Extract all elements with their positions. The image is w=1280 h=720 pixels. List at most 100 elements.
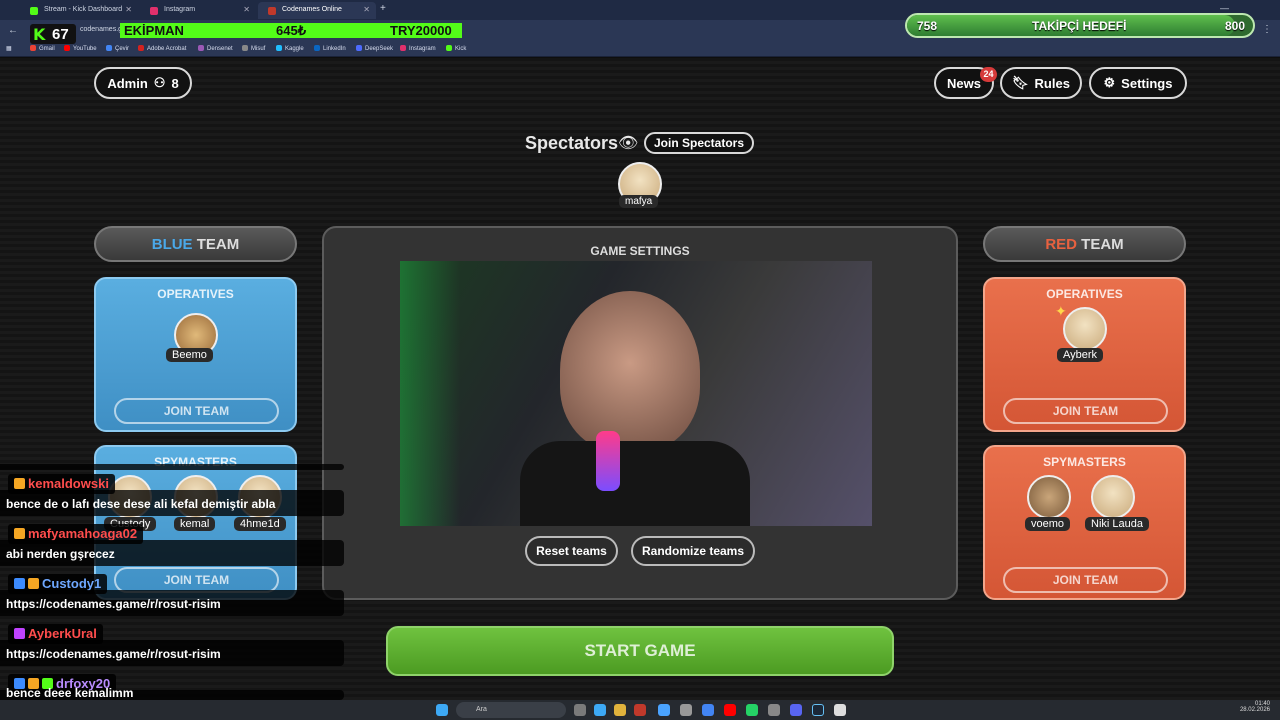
bookmark-youtube[interactable]: YouTube <box>64 45 97 52</box>
tab-instagram[interactable]: Instagram ✕ <box>140 2 256 19</box>
bookmark-kaggle[interactable]: Kaggle <box>276 45 304 52</box>
bookmark-misuf[interactable]: Misuf <box>242 45 265 52</box>
webcam-overlay <box>400 261 872 526</box>
app-icon[interactable] <box>680 704 692 716</box>
youtube-icon <box>64 45 70 51</box>
green-light <box>400 261 460 526</box>
bookmark-deepseek[interactable]: DeepSeek <box>356 45 393 52</box>
discord-icon[interactable] <box>790 704 802 716</box>
back-arrow-icon[interactable]: ← <box>8 25 18 36</box>
rules-button[interactable]: 🔖︎ Rules <box>1000 67 1082 99</box>
app-icon[interactable] <box>634 704 646 716</box>
misuf-icon <box>242 45 248 51</box>
bookmark-label: YouTube <box>73 46 97 52</box>
reset-teams-button[interactable]: Reset teams <box>525 536 618 566</box>
chat-message-row: https://codenames.game/r/rosut-risim <box>0 640 344 666</box>
translate-icon <box>106 45 112 51</box>
apps-icon[interactable]: ▦ <box>6 45 12 52</box>
bookmark-label: Kick <box>455 46 467 52</box>
streamer-face <box>560 291 700 451</box>
url-field[interactable]: codenames.g <box>80 26 122 33</box>
close-icon[interactable]: ✕ <box>363 5 370 14</box>
app-icon[interactable] <box>834 704 846 716</box>
tab-kick-dashboard[interactable]: Stream - Kick Dashboard ✕ <box>20 2 138 19</box>
team-title: TEAM <box>196 235 240 253</box>
operatives-title: OPERATIVES <box>157 287 234 301</box>
player-name: Ayberk <box>1057 348 1104 362</box>
player-name: Niki Lauda <box>1085 517 1149 531</box>
player-name: Beemo <box>166 348 213 362</box>
join-spectators-button[interactable]: Join Spectators <box>644 132 754 154</box>
menu-icon[interactable]: ⋮ <box>1262 24 1272 35</box>
bookmark-acrobat[interactable]: Adobe Acrobat <box>138 45 186 52</box>
taskbar-search[interactable]: Ara <box>456 702 566 718</box>
settings-button[interactable]: ⚙ Settings <box>1089 67 1187 99</box>
close-icon[interactable]: ✕ <box>125 5 132 14</box>
admin-button[interactable]: Admin ⚇ 8 <box>94 67 192 99</box>
blue-join-operatives-button[interactable]: JOIN TEAM <box>114 398 279 424</box>
close-icon[interactable]: ✕ <box>243 5 250 14</box>
clock-date: 28.02.2026 <box>1239 707 1270 713</box>
goal-label: EKİPMAN <box>124 23 184 38</box>
new-tab-icon[interactable]: + <box>380 3 386 14</box>
bookmark-kick[interactable]: Kick <box>446 45 466 52</box>
bookmark-label: Misuf <box>251 46 266 52</box>
start-game-button[interactable]: START GAME <box>386 626 894 676</box>
viewer-count-badge: K 67 <box>30 24 76 44</box>
sub-badge-icon <box>14 528 25 539</box>
bookmark-densenet[interactable]: Densenet <box>198 45 233 52</box>
operatives-title: OPERATIVES <box>1046 287 1123 301</box>
username-text: AyberkUral <box>28 626 97 641</box>
bookmark-label: Densenet <box>207 46 233 52</box>
join-label: JOIN TEAM <box>1052 404 1119 418</box>
bookmark-cevir[interactable]: Çevir <box>106 45 129 52</box>
steam-icon[interactable] <box>812 704 824 716</box>
sub-badge-icon <box>28 578 39 589</box>
streamer-body <box>520 441 750 526</box>
players-icon: ⚇ <box>153 75 166 90</box>
file-explorer-icon[interactable] <box>614 704 626 716</box>
tab-title: Stream - Kick Dashboard <box>44 6 123 13</box>
star-icon: ✦ <box>1055 303 1067 319</box>
widgets-icon[interactable] <box>594 704 606 716</box>
whatsapp-icon[interactable] <box>746 704 758 716</box>
eye-icon: 👁︎ <box>618 135 639 152</box>
bookmark-label: Instagram <box>409 46 436 52</box>
game-settings-title: GAME SETTINGS <box>590 244 690 258</box>
reset-label: Reset teams <box>536 544 607 558</box>
bookmark-instagram[interactable]: Instagram <box>400 45 436 52</box>
search-label: Ara <box>476 706 487 713</box>
windows-taskbar: Ara 01:40 28.02.2026 <box>0 700 1280 720</box>
red-join-operatives-button[interactable]: JOIN TEAM <box>1003 398 1168 424</box>
chrome-icon[interactable] <box>702 704 714 716</box>
blue-team-header: BLUE TEAM <box>94 226 297 262</box>
red-team-header: RED TEAM <box>983 226 1186 262</box>
windows-start-icon[interactable] <box>436 704 448 716</box>
blue-operatives-panel: OPERATIVES Beemo JOIN TEAM <box>94 277 297 432</box>
tab-codenames[interactable]: Codenames Online ✕ <box>258 2 376 19</box>
bookmark-gmail[interactable]: Gmail <box>30 45 55 52</box>
instagram-favicon-icon <box>150 7 158 15</box>
randomize-teams-button[interactable]: Randomize teams <box>631 536 755 566</box>
player-name: kemal <box>174 517 216 531</box>
minimize-icon[interactable]: — <box>1220 3 1229 13</box>
sub-badge-icon <box>14 478 25 489</box>
gear-icon: ⚙ <box>1103 75 1116 90</box>
kaggle-icon <box>276 45 282 51</box>
chat-divider <box>0 464 344 470</box>
youtube-icon[interactable] <box>724 704 736 716</box>
bookmark-label: Çevir <box>115 46 130 52</box>
app-icon[interactable] <box>768 704 780 716</box>
deepseek-icon <box>356 45 362 51</box>
bookmark-linkedin[interactable]: LinkedIn <box>314 45 346 52</box>
edge-icon[interactable] <box>658 704 670 716</box>
player-name: voemo <box>1025 517 1071 531</box>
task-view-icon[interactable] <box>574 704 586 716</box>
clock[interactable]: 01:40 28.02.2026 <box>1230 701 1270 713</box>
bookmark-icon: 🔖︎ <box>1012 75 1029 90</box>
instagram-icon <box>400 45 406 51</box>
tab-title: Codenames Online <box>282 6 342 13</box>
bookmark-label: Adobe Acrobat <box>147 46 187 52</box>
join-label: JOIN TEAM <box>1052 573 1119 587</box>
red-join-spymasters-button[interactable]: JOIN TEAM <box>1003 567 1168 593</box>
